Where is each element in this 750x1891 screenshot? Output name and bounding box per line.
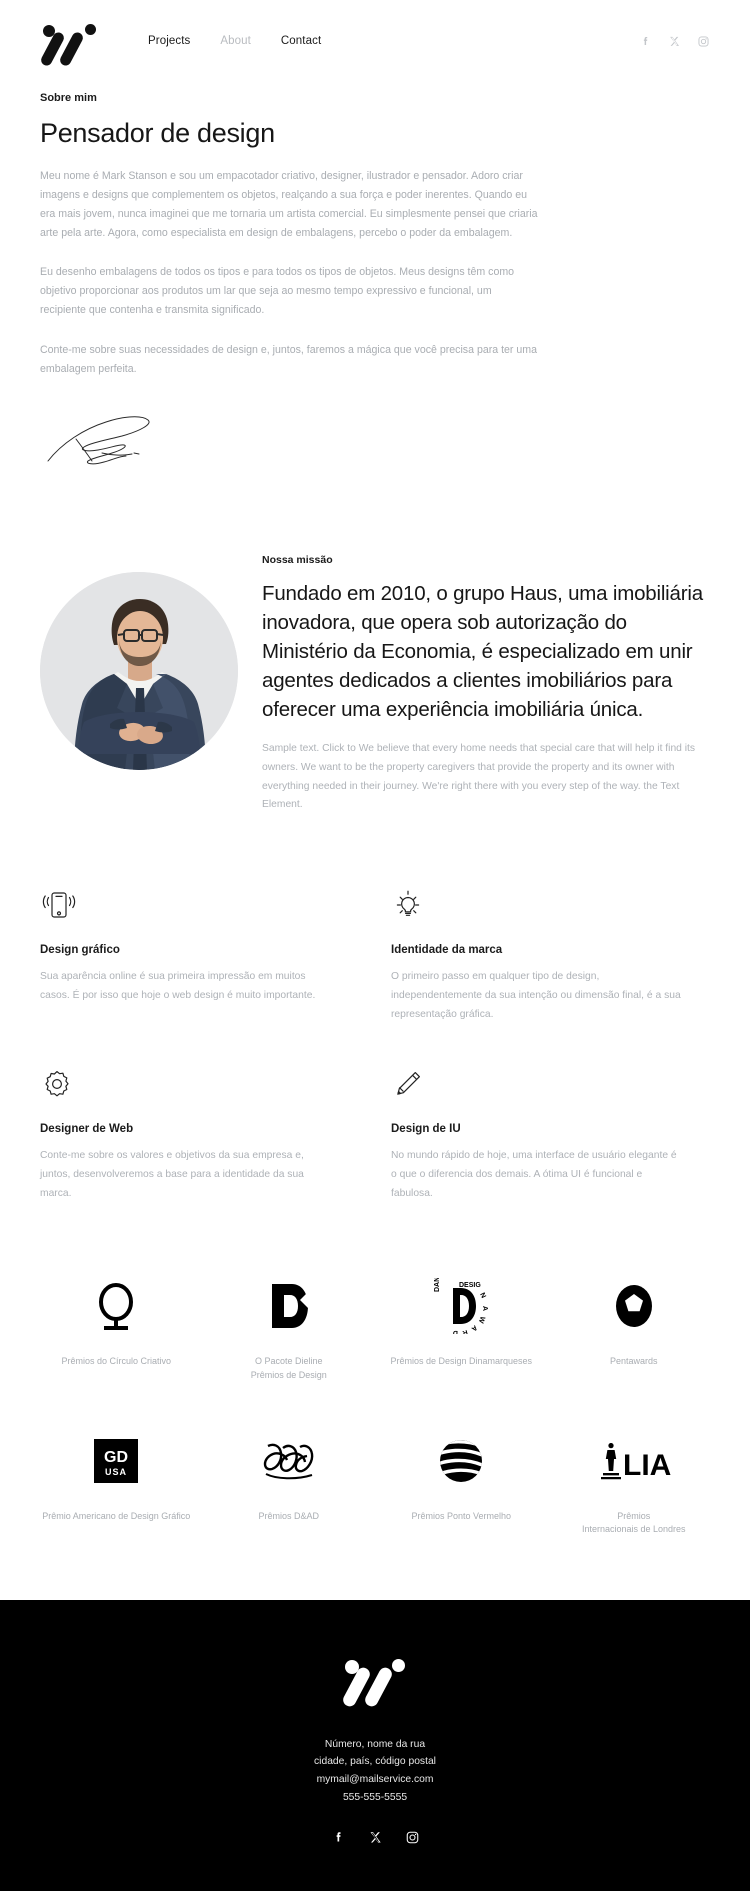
danish-design-award-icon: DANISH DESIG N A W A R D: [375, 1275, 548, 1337]
award-label: Prêmios Internacionais de Londres: [581, 1510, 686, 1534]
nav-item-projects[interactable]: Projects: [148, 35, 190, 47]
service-card-brand-identity: Identidade da marca O primeiro passo em …: [391, 885, 710, 1024]
mission-text-block: Nossa missão Fundado em 2010, o grupo Ha…: [262, 549, 710, 815]
svg-text:USA: USA: [105, 1467, 127, 1477]
services-grid: Design gráfico Sua aparência online é su…: [0, 885, 750, 1203]
lia-award-icon: LIA: [548, 1430, 721, 1492]
about-section: Sobre mim Pensador de design Meu nome é …: [0, 92, 750, 471]
service-title: Design de IU: [391, 1123, 461, 1136]
header-social-links: [639, 35, 710, 48]
dad-award-icon: [203, 1430, 376, 1492]
instagram-icon[interactable]: [405, 1830, 420, 1845]
gd-usa-award-icon: GD USA: [30, 1430, 203, 1492]
mission-section: Nossa missão Fundado em 2010, o grupo Ha…: [0, 549, 750, 815]
dieline-package-award-icon: [203, 1275, 376, 1337]
about-paragraph-1: Meu nome é Mark Stanson e sou um empacot…: [40, 170, 538, 239]
handwritten-signature: [40, 409, 170, 471]
logo-dot-right: [85, 24, 96, 35]
award-item: O Pacote Dieline Prêmios de Design: [203, 1275, 376, 1381]
footer-address: Número, nome da rua cidade, país, código…: [40, 1736, 710, 1807]
vibrating-phone-icon: [40, 885, 359, 925]
award-item: GD USA Prêmio Americano de Design Gráfic…: [30, 1430, 203, 1536]
nav-item-contact[interactable]: Contact: [281, 35, 321, 47]
nav-item-about[interactable]: About: [220, 35, 251, 47]
award-label: Prêmio Americano de Design Gráfico: [42, 1510, 191, 1521]
site-header: Projects About Contact: [0, 0, 750, 82]
svg-text:GD: GD: [104, 1449, 128, 1466]
service-card-graphic-design: Design gráfico Sua aparência online é su…: [40, 885, 359, 1024]
award-label: Prêmios D&AD: [258, 1510, 319, 1521]
mission-eyebrow: Nossa missão: [262, 553, 333, 566]
award-label: Pentawards: [609, 1356, 658, 1367]
x-twitter-icon[interactable]: [368, 1830, 383, 1845]
award-item: Pentawards: [548, 1275, 721, 1381]
about-paragraph-3: Conte-me sobre suas necessidades de desi…: [40, 343, 538, 375]
service-description: No mundo rápido de hoje, uma interface d…: [391, 1150, 677, 1199]
creative-circle-award-icon: [30, 1275, 203, 1337]
service-description: O primeiro passo em qualquer tipo de des…: [391, 971, 681, 1020]
service-title: Identidade da marca: [391, 944, 503, 957]
award-item: Prêmios do Círculo Criativo: [30, 1275, 203, 1381]
gear-settings-icon: [40, 1064, 359, 1104]
footer-address-line-city: cidade, país, código postal: [314, 1756, 436, 1768]
svg-text:R: R: [462, 1329, 469, 1335]
service-title: Designer de Web: [40, 1123, 134, 1136]
svg-text:DESIG: DESIG: [459, 1282, 481, 1289]
award-item: DANISH DESIG N A W A R D Prêmios de Desi…: [375, 1275, 548, 1381]
page-title: Pensador de design: [40, 118, 275, 148]
footer-address-line-street: Número, nome da rua: [324, 1738, 426, 1750]
svg-text:A: A: [481, 1306, 488, 1311]
facebook-icon[interactable]: [639, 35, 652, 48]
svg-text:N: N: [478, 1292, 487, 1300]
award-item: LIA Prêmios Internacionais de Londres: [548, 1430, 721, 1536]
award-item: Prêmios D&AD: [203, 1430, 376, 1536]
award-label: Prêmios Ponto Vermelho: [411, 1510, 512, 1521]
svg-text:W: W: [477, 1316, 486, 1325]
instagram-icon[interactable]: [697, 35, 710, 48]
site-footer: Número, nome da rua cidade, país, código…: [0, 1599, 750, 1891]
svg-text:D: D: [453, 1329, 458, 1334]
award-item: Prêmios Ponto Vermelho: [375, 1430, 548, 1536]
footer-social-links: [40, 1830, 710, 1845]
x-twitter-icon[interactable]: [668, 35, 681, 48]
svg-text:DANISH: DANISH: [434, 1278, 441, 1292]
svg-text:A: A: [470, 1324, 478, 1333]
facebook-icon[interactable]: [331, 1830, 346, 1845]
red-dot-award-icon: [375, 1430, 548, 1492]
w-logo[interactable]: [39, 18, 102, 68]
awards-grid: Prêmios do Círculo Criativo O Pacote Die…: [0, 1275, 750, 1535]
portrait-photo: [40, 571, 238, 770]
service-card-web-designer: Designer de Web Conte-me sobre os valore…: [40, 1064, 359, 1203]
footer-logo-dot-right: [392, 1658, 405, 1672]
service-card-ui-design: Design de IU No mundo rápido de hoje, um…: [391, 1064, 710, 1203]
pentawards-icon: [548, 1275, 721, 1337]
svg-text:LIA: LIA: [623, 1449, 671, 1482]
pencil-icon: [391, 1064, 710, 1104]
award-label: Prêmios de Design Dinamarqueses: [390, 1356, 533, 1367]
footer-phone[interactable]: 555-555-5555: [40, 1789, 710, 1807]
lightbulb-idea-icon: [391, 885, 710, 925]
mission-heading: Fundado em 2010, o grupo Haus, uma imobi…: [262, 581, 703, 722]
main-nav: Projects About Contact: [148, 35, 321, 47]
service-title: Design gráfico: [40, 944, 120, 957]
about-paragraph-2: Eu desenho embalagens de todos os tipos …: [40, 266, 515, 317]
award-label: O Pacote Dieline Prêmios de Design: [250, 1356, 327, 1380]
footer-email[interactable]: mymail@mailservice.com: [40, 1771, 710, 1789]
about-eyebrow: Sobre mim: [40, 92, 97, 104]
service-description: Conte-me sobre os valores e objetivos da…: [40, 1150, 304, 1199]
mission-paragraph: Sample text. Click to We believe that ev…: [262, 743, 696, 811]
service-description: Sua aparência online é sua primeira impr…: [40, 971, 316, 1001]
award-label: Prêmios do Círculo Criativo: [61, 1356, 172, 1367]
